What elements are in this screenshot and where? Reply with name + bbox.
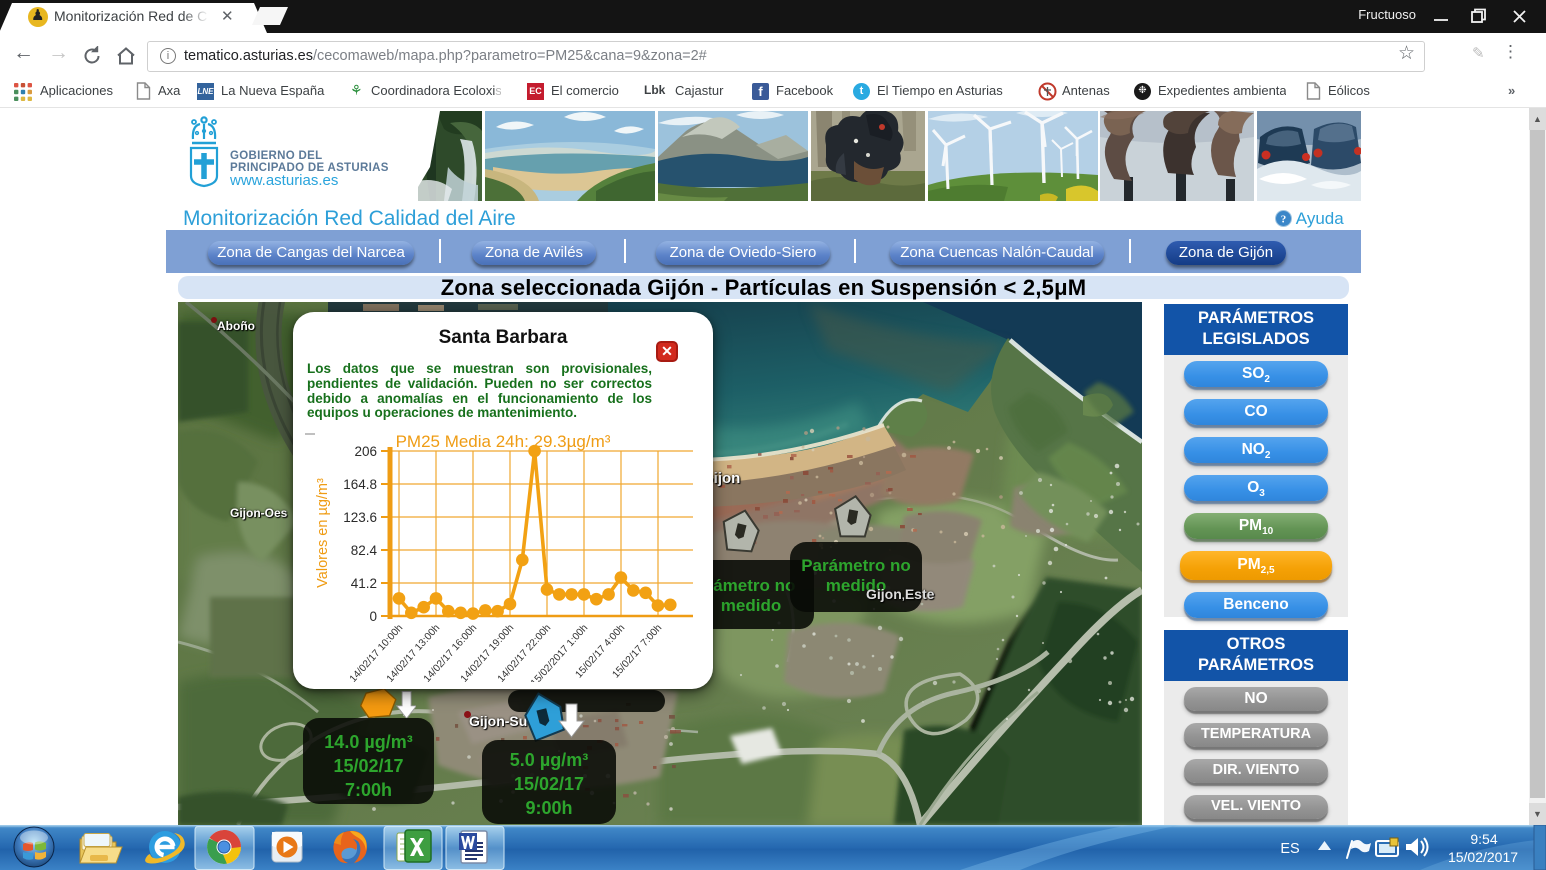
svg-text:123.6: 123.6 [343, 510, 377, 525]
svg-text:41.2: 41.2 [351, 576, 377, 591]
svg-text:164.8: 164.8 [343, 477, 377, 492]
svg-text:9:54: 9:54 [1470, 831, 1497, 847]
svg-text:206: 206 [354, 444, 377, 459]
svg-text:www.asturias.es: www.asturias.es [229, 172, 338, 189]
svg-text:PM25 Media 24h: 29.3µg/m³: PM25 Media 24h: 29.3µg/m³ [396, 432, 611, 451]
svg-text:GOBIERNO DEL: GOBIERNO DEL [230, 150, 322, 162]
svg-text:ES: ES [1280, 841, 1299, 857]
svg-text:15/02/2017: 15/02/2017 [1448, 849, 1518, 865]
svg-text:0: 0 [369, 609, 377, 624]
svg-text:Valores en µg/m³: Valores en µg/m³ [315, 478, 331, 588]
svg-text:?: ? [1281, 214, 1287, 226]
svg-text:82.4: 82.4 [351, 543, 378, 558]
